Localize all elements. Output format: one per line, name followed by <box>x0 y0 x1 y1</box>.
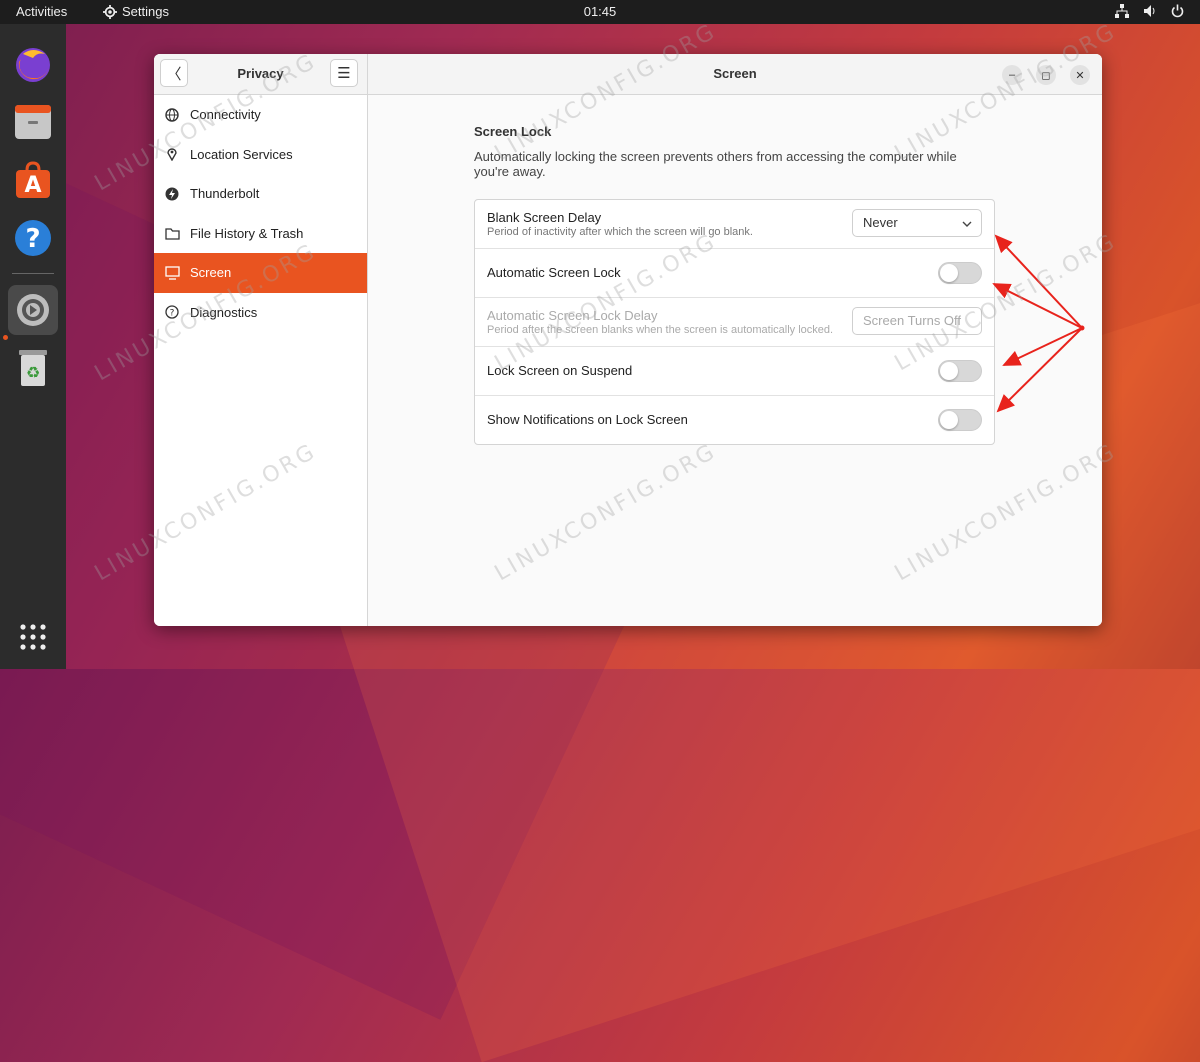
main-header: Screen – ◻ ✕ <box>368 54 1102 95</box>
file-cabinet-icon <box>15 105 51 139</box>
sidebar-item-connectivity[interactable]: Connectivity <box>154 95 367 135</box>
close-icon: ✕ <box>1075 69 1085 82</box>
app-store-icon: A <box>16 161 50 198</box>
row-subtitle: Period after the screen blanks when the … <box>487 324 834 336</box>
automatic-screen-lock-toggle[interactable] <box>938 262 982 284</box>
app-name: Settings <box>122 4 169 19</box>
lock-on-suspend-toggle[interactable] <box>938 360 982 382</box>
row-title: Automatic Screen Lock Delay <box>487 308 658 323</box>
sidebar-header: 〈 Privacy ☰ <box>154 54 367 95</box>
show-notifications-toggle[interactable] <box>938 409 982 431</box>
sidebar-item-label: Connectivity <box>190 107 261 123</box>
chevron-left-icon: 〈 <box>166 65 182 83</box>
blank-screen-delay-dropdown[interactable]: Never <box>852 209 982 237</box>
screen-lock-delay-dropdown: Screen Turns Off <box>852 307 982 335</box>
volume-icon <box>1144 5 1155 17</box>
location-pin-icon <box>164 146 180 162</box>
row-title: Automatic Screen Lock <box>487 265 621 280</box>
list-row-lock-on-suspend[interactable]: Lock Screen on Suspend <box>475 347 994 396</box>
sidebar-item-label: File History & Trash <box>190 225 304 241</box>
sidebar-item-label: Screen <box>190 265 232 281</box>
firefox-icon <box>16 48 50 82</box>
chevron-down-icon <box>962 210 972 236</box>
firefox-launcher[interactable] <box>8 39 58 89</box>
toggle-knob <box>940 362 958 380</box>
maximize-icon: ◻ <box>1041 69 1051 82</box>
sidebar-item-label: Diagnostics <box>190 304 258 320</box>
row-title: Blank Screen Delay <box>487 210 602 225</box>
dock: A ? ♻ <box>0 24 66 669</box>
sidebar-item-diagnostics[interactable]: ? Diagnostics <box>154 293 367 333</box>
help-icon: ? <box>15 220 51 256</box>
running-indicator <box>3 335 8 340</box>
row-title: Show Notifications on Lock Screen <box>487 412 688 427</box>
sidebar-item-label: Location Services <box>190 146 293 162</box>
sidebar: 〈 Privacy ☰ Connectivity Location Servic… <box>154 54 368 626</box>
minimize-icon: – <box>1008 69 1016 81</box>
screen-lock-list: Blank Screen Delay Period of inactivity … <box>474 199 995 445</box>
gear-icon <box>103 4 117 19</box>
show-apps-button[interactable] <box>8 612 58 662</box>
section-description: Automatically locking the screen prevent… <box>474 149 957 179</box>
row-title: Lock Screen on Suspend <box>487 363 633 378</box>
close-button[interactable]: ✕ <box>1070 65 1090 85</box>
power-icon <box>1171 4 1184 18</box>
section-title: Screen Lock <box>474 124 552 139</box>
minimize-button[interactable]: – <box>1002 65 1022 85</box>
app-grid-icon <box>20 624 46 650</box>
software-launcher[interactable]: A <box>8 155 58 205</box>
svg-text:?: ? <box>170 309 175 319</box>
sidebar-item-location-services[interactable]: Location Services <box>154 135 367 175</box>
maximize-button[interactable]: ◻ <box>1036 65 1056 85</box>
main-panel: Screen – ◻ ✕ Screen Lock Automatically l… <box>368 54 1102 626</box>
sidebar-item-file-history[interactable]: File History & Trash <box>154 214 367 254</box>
svg-text:♻: ♻ <box>26 363 40 382</box>
menu-button[interactable]: ☰ <box>330 59 358 87</box>
system-tray[interactable] <box>1115 4 1184 18</box>
folder-icon <box>164 225 180 241</box>
app-menu[interactable]: Settings <box>103 4 169 19</box>
clock[interactable]: 01:45 <box>0 4 1200 19</box>
thunderbolt-icon <box>164 186 180 202</box>
monitor-icon <box>164 265 180 281</box>
row-subtitle: Period of inactivity after which the scr… <box>487 226 753 238</box>
sidebar-item-screen[interactable]: Screen <box>154 253 367 293</box>
activities-button[interactable]: Activities <box>16 4 67 19</box>
list-row-blank-screen-delay: Blank Screen Delay Period of inactivity … <box>475 200 994 249</box>
network-icon <box>1115 4 1129 18</box>
files-launcher[interactable] <box>8 97 58 147</box>
trash-launcher[interactable]: ♻ <box>8 343 58 393</box>
list-row-automatic-screen-lock[interactable]: Automatic Screen Lock <box>475 249 994 298</box>
toggle-knob <box>940 411 958 429</box>
help-circle-icon: ? <box>164 304 180 320</box>
page-title: Screen <box>713 66 757 81</box>
dropdown-value: Never <box>863 215 898 230</box>
sidebar-item-label: Thunderbolt <box>190 186 260 202</box>
toggle-knob <box>940 264 958 282</box>
list-row-show-notifications[interactable]: Show Notifications on Lock Screen <box>475 396 994 444</box>
settings-launcher[interactable] <box>8 285 58 335</box>
svg-text:A: A <box>24 173 41 198</box>
top-bar: Activities Settings 01:45 <box>0 0 1200 24</box>
back-button[interactable]: 〈 <box>160 59 188 87</box>
list-row-automatic-screen-lock-delay: Automatic Screen Lock Delay Period after… <box>475 298 994 347</box>
dropdown-value: Screen Turns Off <box>863 313 962 328</box>
sidebar-item-thunderbolt[interactable]: Thunderbolt <box>154 174 367 214</box>
globe-icon <box>164 107 180 123</box>
settings-window: 〈 Privacy ☰ Connectivity Location Servic… <box>154 54 1102 626</box>
help-launcher[interactable]: ? <box>8 213 58 263</box>
trash-icon: ♻ <box>19 350 47 386</box>
dock-separator <box>12 273 54 274</box>
hamburger-icon: ☰ <box>337 65 351 82</box>
svg-text:?: ? <box>25 224 40 254</box>
settings-gear-icon <box>17 294 49 326</box>
